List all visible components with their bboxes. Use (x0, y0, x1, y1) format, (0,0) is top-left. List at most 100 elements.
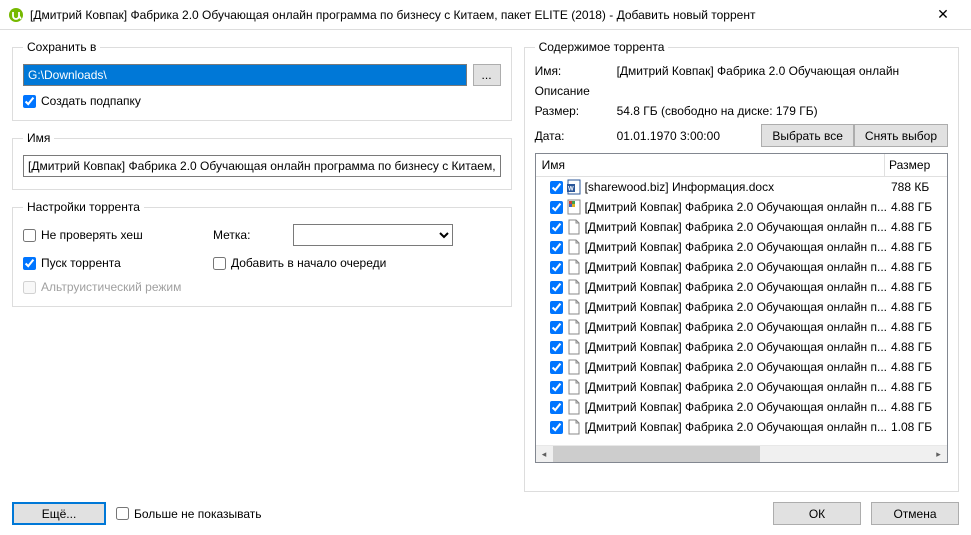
file-size: 4.88 ГБ (891, 200, 943, 214)
contents-legend: Содержимое торрента (535, 40, 669, 54)
more-button[interactable]: Ещё... (12, 502, 106, 525)
torrent-name-input[interactable] (23, 155, 501, 177)
label-combo[interactable] (293, 224, 453, 246)
altruistic-input (23, 281, 36, 294)
size-label: Размер: (535, 104, 617, 118)
file-row[interactable]: [Дмитрий Ковпак] Фабрика 2.0 Обучающая о… (536, 377, 947, 397)
window-title: [Дмитрий Ковпак] Фабрика 2.0 Обучающая о… (30, 8, 923, 22)
file-name: [Дмитрий Ковпак] Фабрика 2.0 Обучающая о… (585, 360, 887, 374)
file-icon (567, 259, 581, 275)
file-checkbox[interactable] (550, 321, 563, 334)
file-row[interactable]: [Дмитрий Ковпак] Фабрика 2.0 Обучающая о… (536, 317, 947, 337)
name-group: Имя (12, 131, 512, 190)
file-row[interactable]: [Дмитрий Ковпак] Фабрика 2.0 Обучающая о… (536, 277, 947, 297)
file-size: 4.88 ГБ (891, 400, 943, 414)
torrent-settings-group: Настройки торрента Не проверять хеш Метк… (12, 200, 512, 307)
file-icon (567, 219, 581, 235)
file-name: [Дмитрий Ковпак] Фабрика 2.0 Обучающая о… (585, 240, 887, 254)
file-checkbox[interactable] (550, 361, 563, 374)
file-size: 4.88 ГБ (891, 220, 943, 234)
col-name[interactable]: Имя (536, 154, 885, 176)
file-name: [Дмитрий Ковпак] Фабрика 2.0 Обучающая о… (585, 200, 887, 214)
file-size: 4.88 ГБ (891, 360, 943, 374)
file-icon (567, 279, 581, 295)
file-icon (567, 239, 581, 255)
file-icon (567, 199, 581, 215)
file-size: 4.88 ГБ (891, 380, 943, 394)
file-list: Имя Размер W [sharewood.biz] Информация.d… (535, 153, 948, 463)
file-row[interactable]: W[sharewood.biz] Информация.docx788 КБ (536, 177, 947, 197)
add-top-input[interactable] (213, 257, 226, 270)
file-row[interactable]: [Дмитрий Ковпак] Фабрика 2.0 Обучающая о… (536, 397, 947, 417)
utorrent-icon (8, 7, 24, 23)
dont-show-checkbox[interactable]: Больше не показывать (116, 507, 262, 521)
deselect-all-button[interactable]: Снять выбор (854, 124, 948, 147)
file-row[interactable]: [Дмитрий Ковпак] Фабрика 2.0 Обучающая о… (536, 237, 947, 257)
save-in-legend: Сохранить в (23, 40, 100, 54)
file-name: [Дмитрий Ковпак] Фабрика 2.0 Обучающая о… (585, 380, 887, 394)
file-row[interactable]: [Дмитрий Ковпак] Фабрика 2.0 Обучающая о… (536, 217, 947, 237)
skip-hash-input[interactable] (23, 229, 36, 242)
date-label: Дата: (535, 129, 617, 143)
file-row[interactable]: [Дмитрий Ковпак] Фабрика 2.0 Обучающая о… (536, 257, 947, 277)
file-name: [Дмитрий Ковпак] Фабрика 2.0 Обучающая о… (585, 280, 887, 294)
file-icon (567, 419, 581, 435)
skip-hash-checkbox[interactable]: Не проверять хеш (23, 228, 213, 242)
file-checkbox[interactable] (550, 181, 563, 194)
file-row[interactable]: [Дмитрий Ковпак] Фабрика 2.0 Обучающая о… (536, 357, 947, 377)
file-icon (567, 339, 581, 355)
file-size: 4.88 ГБ (891, 320, 943, 334)
svg-text:W: W (568, 187, 574, 193)
file-checkbox[interactable] (550, 381, 563, 394)
add-top-checkbox[interactable]: Добавить в начало очереди (213, 256, 501, 270)
name-value: [Дмитрий Ковпак] Фабрика 2.0 Обучающая о… (617, 64, 948, 78)
file-checkbox[interactable] (550, 301, 563, 314)
save-path-input[interactable] (23, 64, 467, 86)
file-row[interactable]: [Дмитрий Ковпак] Фабрика 2.0 Обучающая о… (536, 337, 947, 357)
file-body[interactable]: W[sharewood.biz] Информация.docx788 КБ[Д… (536, 177, 947, 445)
ok-button[interactable]: ОК (773, 502, 861, 525)
horizontal-scrollbar[interactable]: ◂ ▸ (536, 445, 947, 462)
file-row[interactable]: [Дмитрий Ковпак] Фабрика 2.0 Обучающая о… (536, 297, 947, 317)
file-icon (567, 399, 581, 415)
start-torrent-checkbox[interactable]: Пуск торрента (23, 256, 213, 270)
file-name: [Дмитрий Ковпак] Фабрика 2.0 Обучающая о… (585, 220, 887, 234)
file-name: [Дмитрий Ковпак] Фабрика 2.0 Обучающая о… (585, 320, 887, 334)
torrent-contents-group: Содержимое торрента Имя: [Дмитрий Ковпак… (524, 40, 959, 492)
file-name: [Дмитрий Ковпак] Фабрика 2.0 Обучающая о… (585, 260, 887, 274)
file-checkbox[interactable] (550, 241, 563, 254)
file-icon (567, 359, 581, 375)
file-icon (567, 299, 581, 315)
file-checkbox[interactable] (550, 261, 563, 274)
create-subfolder-input[interactable] (23, 95, 36, 108)
name-legend: Имя (23, 131, 54, 145)
file-icon (567, 379, 581, 395)
dont-show-input[interactable] (116, 507, 129, 520)
file-size: 4.88 ГБ (891, 300, 943, 314)
file-checkbox[interactable] (550, 401, 563, 414)
col-size[interactable]: Размер (885, 154, 947, 176)
file-checkbox[interactable] (550, 421, 563, 434)
file-checkbox[interactable] (550, 281, 563, 294)
file-checkbox[interactable] (550, 201, 563, 214)
name-label: Имя: (535, 64, 617, 78)
create-subfolder-checkbox[interactable]: Создать подпапку (23, 94, 501, 108)
file-name: [Дмитрий Ковпак] Фабрика 2.0 Обучающая о… (585, 300, 887, 314)
start-torrent-input[interactable] (23, 257, 36, 270)
file-name: [sharewood.biz] Информация.docx (585, 180, 887, 194)
desc-label: Описание (535, 84, 948, 98)
file-icon: W (567, 179, 581, 195)
browse-button[interactable]: ... (473, 64, 501, 86)
file-row[interactable]: [Дмитрий Ковпак] Фабрика 2.0 Обучающая о… (536, 197, 947, 217)
cancel-button[interactable]: Отмена (871, 502, 959, 525)
label-label: Метка: (213, 228, 293, 242)
file-row[interactable]: [Дмитрий Ковпак] Фабрика 2.0 Обучающая о… (536, 417, 947, 437)
select-all-button[interactable]: Выбрать все (761, 124, 854, 147)
close-button[interactable]: ✕ (923, 6, 963, 23)
file-name: [Дмитрий Ковпак] Фабрика 2.0 Обучающая о… (585, 420, 887, 434)
file-size: 4.88 ГБ (891, 240, 943, 254)
file-checkbox[interactable] (550, 221, 563, 234)
file-name: [Дмитрий Ковпак] Фабрика 2.0 Обучающая о… (585, 340, 887, 354)
file-checkbox[interactable] (550, 341, 563, 354)
date-value: 01.01.1970 3:00:00 (617, 129, 762, 143)
